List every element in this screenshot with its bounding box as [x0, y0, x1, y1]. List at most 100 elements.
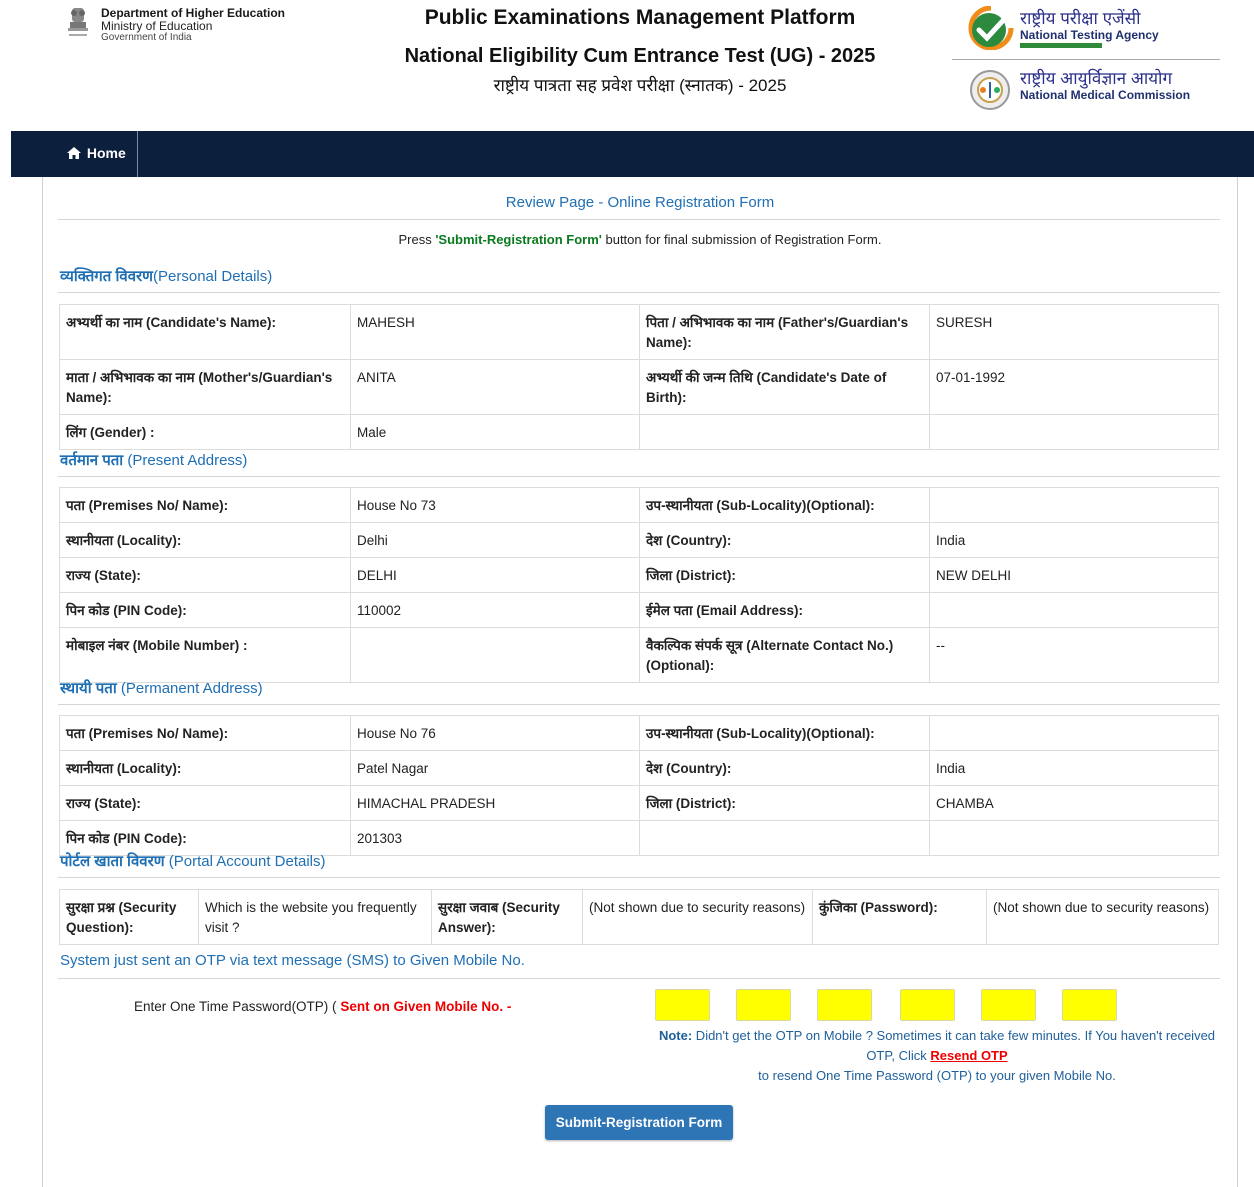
divider: [58, 476, 1220, 477]
content-frame: Review Page - Online Registration Form P…: [42, 177, 1238, 1187]
field-value: --: [929, 627, 1219, 683]
field-label: पता (Premises No/ Name):: [59, 487, 351, 523]
field-label: ईमेल पता (Email Address):: [639, 592, 930, 628]
table-row: पता (Premises No/ Name): House No 73 उप-स्…: [59, 487, 1219, 523]
government-name: Government of India: [101, 32, 192, 43]
field-label: राज्य (State):: [59, 557, 351, 593]
field-value: [929, 487, 1219, 523]
table-row: पिन कोड (PIN Code): 110002 ईमेल पता (Email…: [59, 592, 1219, 628]
table-row: सुरक्षा प्रश्न (Security Question): Whic…: [59, 889, 1219, 945]
otp-digit-5[interactable]: [981, 989, 1036, 1021]
field-value: Patel Nagar: [350, 750, 640, 786]
field-value: DELHI: [350, 557, 640, 593]
section-permanent-address-heading: स्थायी पता (Permanent Address): [60, 678, 263, 698]
otp-digit-3[interactable]: [817, 989, 872, 1021]
national-emblem-icon: [68, 8, 88, 36]
section-heading-english: (Permanent Address): [116, 680, 263, 697]
page-header: Department of Higher Education Ministry …: [0, 0, 1254, 131]
nta-hindi-name: राष्ट्रीय परीक्षा एजेंसी: [1020, 9, 1141, 28]
security-answer-value: (Not shown due to security reasons): [582, 889, 813, 945]
field-value: [350, 627, 640, 683]
field-label: उप-स्थानीयता (Sub-Locality)(Optional):: [639, 487, 930, 523]
table-row: स्थानीयता (Locality): Delhi देश (Country):…: [59, 522, 1219, 558]
permanent-address-table: पता (Premises No/ Name): House No 76 उप-स्…: [59, 715, 1219, 856]
nta-tagline-bar: [1020, 43, 1102, 48]
logo-divider: [952, 59, 1220, 60]
section-heading-english: (Portal Account Details): [164, 853, 326, 870]
field-label: देश (Country):: [639, 750, 930, 786]
field-value: NEW DELHI: [929, 557, 1219, 593]
field-value: CHAMBA: [929, 785, 1219, 821]
section-present-address-heading: वर्तमान पता (Present Address): [60, 450, 247, 470]
title-block: Public Examinations Management Platform …: [380, 4, 900, 96]
section-heading-hindi: व्यक्तिगत विवरण: [60, 268, 154, 285]
field-label: पिता / अभिभावक का नाम (Father's/Guardian…: [639, 304, 930, 360]
resend-otp-link[interactable]: Resend OTP: [930, 1048, 1007, 1063]
otp-label-text: Enter One Time Password(OTP) (: [134, 999, 341, 1014]
field-value: SURESH: [929, 304, 1219, 360]
otp-digit-6[interactable]: [1062, 989, 1117, 1021]
page-title: Review Page - Online Registration Form: [505, 194, 775, 211]
field-label: [639, 414, 930, 450]
otp-note-bold: Note:: [658, 1028, 693, 1043]
home-label: Home: [86, 145, 126, 161]
nav-home-link[interactable]: Home: [67, 131, 138, 177]
field-label: मोबाइल नंबर (Mobile Number) :: [59, 627, 351, 683]
instruction-button-name: 'Submit-Registration Form': [435, 232, 602, 247]
field-label: पिन कोड (PIN Code):: [59, 592, 351, 628]
field-label: अभ्यर्थी की जन्म तिथि (Candidate's Date …: [639, 359, 930, 415]
otp-label: Enter One Time Password(OTP) ( Sent on G…: [134, 999, 511, 1014]
instruction-prefix: Press: [398, 232, 436, 247]
table-row: मोबाइल नंबर (Mobile Number) : वैकल्पिक सं…: [59, 627, 1219, 683]
field-label: देश (Country):: [639, 522, 930, 558]
section-heading-hindi: स्थायी पता: [60, 680, 117, 697]
personal-details-table: अभ्यर्थी का नाम (Candidate's Name): MAHES…: [59, 304, 1219, 450]
otp-digit-1[interactable]: [655, 989, 710, 1021]
top-navbar: Home: [11, 131, 1254, 177]
password-value: (Not shown due to security reasons): [986, 889, 1219, 945]
field-value: House No 76: [350, 715, 640, 751]
field-value: 201303: [350, 820, 640, 856]
field-label: अभ्यर्थी का नाम (Candidate's Name):: [59, 304, 351, 360]
table-row: स्थानीयता (Locality): Patel Nagar देश (Cou…: [59, 750, 1219, 786]
otp-note-text-2: to resend One Time Password (OTP) to you…: [758, 1068, 1116, 1083]
field-value: [929, 592, 1219, 628]
security-question-label: सुरक्षा प्रश्न (Security Question):: [59, 889, 199, 945]
nmc-english-name: National Medical Commission: [1020, 88, 1191, 102]
field-label: वैकल्पिक संपर्क सूत्र (Alternate Contact…: [639, 627, 930, 683]
table-row: राज्य (State): DELHI जिला (District): NEW D…: [59, 557, 1219, 593]
otp-heading: System just sent an OTP via text message…: [60, 952, 525, 969]
submit-registration-button[interactable]: Submit-Registration Form: [545, 1105, 733, 1140]
table-row: लिंग (Gender) : Male: [59, 414, 1219, 450]
ministry-dept: Department of Higher Education: [101, 6, 286, 20]
field-value: Male: [350, 414, 640, 450]
otp-digit-4[interactable]: [900, 989, 955, 1021]
section-heading-english: (Present Address): [123, 452, 248, 469]
section-portal-heading: पोर्टल खाता विवरण (Portal Account Detail…: [60, 851, 326, 871]
instruction-text: Press 'Submit-Registration Form' button …: [43, 232, 1237, 247]
field-label: स्थानीयता (Locality):: [59, 750, 351, 786]
present-address-table: पता (Premises No/ Name): House No 73 उप-स्…: [59, 487, 1219, 683]
nmc-emblem-icon: [970, 70, 1010, 110]
divider: [58, 978, 1220, 979]
nmc-hindi-name: राष्ट्रीय आयुर्विज्ञान आयोग: [1020, 69, 1173, 88]
portal-account-table: सुरक्षा प्रश्न (Security Question): Whic…: [59, 889, 1219, 945]
field-value: India: [929, 522, 1219, 558]
field-value: 07-01-1992: [929, 359, 1219, 415]
field-value: India: [929, 750, 1219, 786]
table-row: माता / अभिभावक का नाम (Mother's/Guardian…: [59, 359, 1219, 415]
section-heading-english: (Personal Details): [153, 268, 273, 285]
otp-digit-2[interactable]: [736, 989, 791, 1021]
table-row: पता (Premises No/ Name): House No 76 उप-स्…: [59, 715, 1219, 751]
security-question-value: Which is the website you frequently visi…: [198, 889, 432, 945]
divider: [58, 292, 1220, 293]
password-label: कुंजिका (Password):: [812, 889, 987, 945]
field-label: माता / अभिभावक का नाम (Mother's/Guardian…: [59, 359, 351, 415]
otp-note: Note: Didn't get the OTP on Mobile ? Som…: [649, 1026, 1225, 1086]
otp-label-red: Sent on Given Mobile No. -: [340, 999, 512, 1014]
nta-english-name: National Testing Agency: [1020, 28, 1159, 42]
field-value: [929, 820, 1219, 856]
table-row: अभ्यर्थी का नाम (Candidate's Name): MAHES…: [59, 304, 1219, 360]
field-label: पता (Premises No/ Name):: [59, 715, 351, 751]
field-value: [929, 414, 1219, 450]
